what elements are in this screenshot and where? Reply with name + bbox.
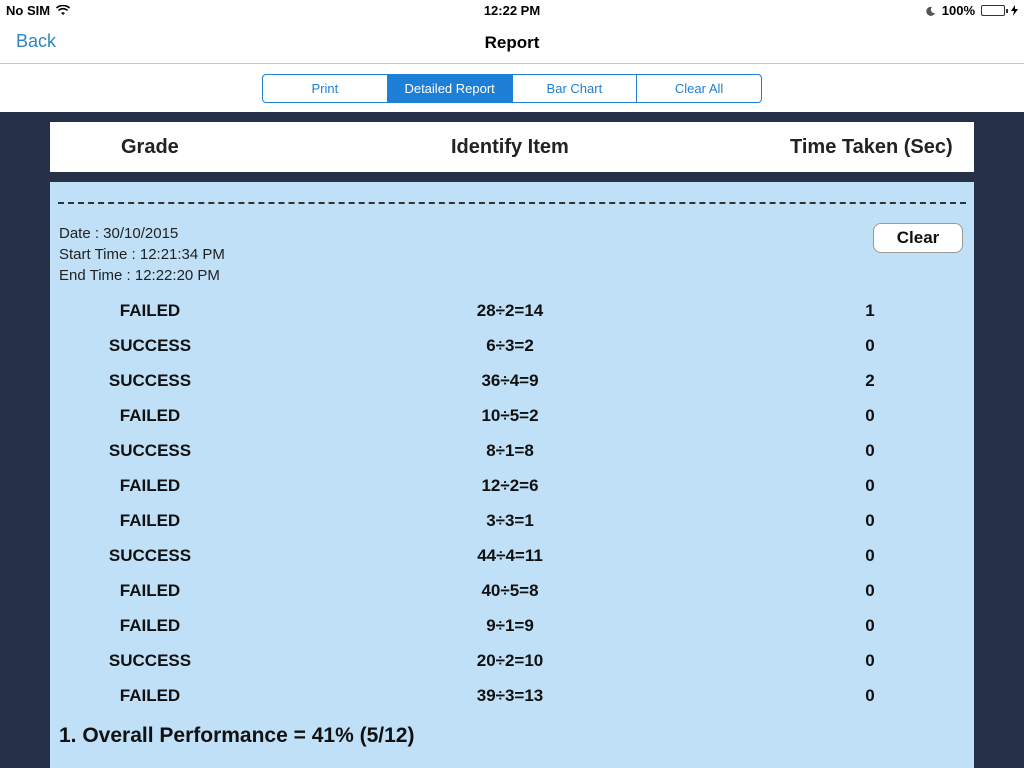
row-item: 40÷5=8 <box>481 581 539 600</box>
report-content: Date : 30/10/2015 Start Time : 12:21:34 … <box>50 182 974 768</box>
tab-detailed-report[interactable]: Detailed Report <box>387 75 513 102</box>
row-item: 12÷2=6 <box>481 476 539 495</box>
row-item: 39÷3=13 <box>476 686 544 705</box>
header-grade: Grade <box>121 136 179 158</box>
row-item: 44÷4=11 <box>477 546 543 565</box>
session-date: Date : 30/10/2015 <box>59 225 179 242</box>
row-time: 2 <box>865 371 875 390</box>
row-grade: SUCCESS <box>108 336 192 355</box>
clear-button[interactable]: Clear <box>873 223 963 253</box>
header-time-taken: Time Taken (Sec) <box>790 136 953 158</box>
row-grade: FAILED <box>119 301 181 320</box>
row-grade: SUCCESS <box>108 441 192 460</box>
row-grade: SUCCESS <box>108 546 192 565</box>
row-item: 28÷2=14 <box>476 301 544 320</box>
dashed-divider <box>58 202 966 204</box>
session-start-time: Start Time : 12:21:34 PM <box>59 246 225 263</box>
row-grade: FAILED <box>119 686 181 705</box>
charging-icon <box>1011 5 1018 16</box>
session-end-time: End Time : 12:22:20 PM <box>59 267 220 284</box>
row-grade: FAILED <box>119 476 181 495</box>
tab-print[interactable]: Print <box>263 75 388 102</box>
row-time: 0 <box>865 581 875 600</box>
table-row: FAILED 40÷5=8 0 <box>50 581 974 616</box>
row-grade: SUCCESS <box>108 371 192 390</box>
tab-bar-chart[interactable]: Bar Chart <box>513 75 638 102</box>
table-row: FAILED 12÷2=6 0 <box>50 476 974 511</box>
row-item: 9÷1=9 <box>486 616 534 635</box>
navigation-bar: Back Report <box>0 22 1024 64</box>
row-grade: FAILED <box>119 511 181 530</box>
table-row: FAILED 3÷3=1 0 <box>50 511 974 546</box>
report-tabs: Print Detailed Report Bar Chart Clear Al… <box>262 74 762 103</box>
table-row: SUCCESS 6÷3=2 0 <box>50 336 974 371</box>
row-item: 8÷1=8 <box>486 441 534 460</box>
table-row: FAILED 9÷1=9 0 <box>50 616 974 651</box>
row-grade: FAILED <box>119 406 181 425</box>
table-row: FAILED 28÷2=14 1 <box>50 301 974 336</box>
tab-clear-all[interactable]: Clear All <box>637 75 761 102</box>
row-time: 0 <box>865 616 875 635</box>
row-item: 10÷5=2 <box>481 406 539 425</box>
page-title: Report <box>484 33 540 52</box>
moon-icon <box>926 6 935 16</box>
table-header: Grade Identify Item Time Taken (Sec) <box>50 122 974 172</box>
overall-performance: 1. Overall Performance = 41% (5/12) <box>59 724 415 747</box>
header-identify-item: Identify Item <box>451 136 569 158</box>
row-time: 0 <box>865 441 875 460</box>
row-time: 0 <box>865 686 875 705</box>
status-time: 12:22 PM <box>483 3 541 18</box>
row-time: 1 <box>865 301 875 320</box>
row-item: 3÷3=1 <box>486 511 534 530</box>
row-item: 20÷2=10 <box>476 651 544 670</box>
row-grade: FAILED <box>119 581 181 600</box>
table-row: FAILED 39÷3=13 0 <box>50 686 974 721</box>
battery-icon <box>981 5 1008 16</box>
table-row: SUCCESS 8÷1=8 0 <box>50 441 974 476</box>
table-row: SUCCESS 44÷4=11 0 <box>50 546 974 581</box>
row-time: 0 <box>865 476 875 495</box>
row-grade: FAILED <box>119 616 181 635</box>
status-bar: No SIM 12:22 PM 100% <box>0 0 1024 22</box>
row-time: 0 <box>865 336 875 355</box>
row-time: 0 <box>865 546 875 565</box>
row-time: 0 <box>865 651 875 670</box>
top-bar-area: No SIM 12:22 PM 100% Back Report Print D… <box>0 0 1024 112</box>
table-row: FAILED 10÷5=2 0 <box>50 406 974 441</box>
battery-percent: 100% <box>941 3 975 18</box>
row-time: 0 <box>865 511 875 530</box>
table-row: SUCCESS 36÷4=9 2 <box>50 371 974 406</box>
table-row: SUCCESS 20÷2=10 0 <box>50 651 974 686</box>
row-grade: SUCCESS <box>108 651 192 670</box>
row-item: 36÷4=9 <box>481 371 539 390</box>
row-item: 6÷3=2 <box>486 336 534 355</box>
row-time: 0 <box>865 406 875 425</box>
